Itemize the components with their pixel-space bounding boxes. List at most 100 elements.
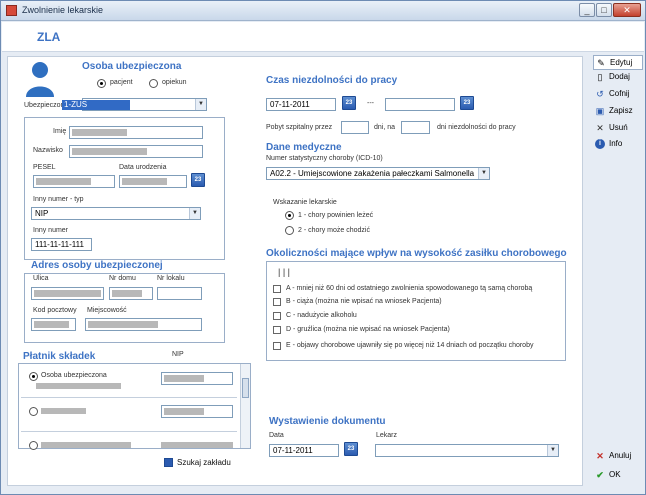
chevron-down-icon: ▼ <box>547 445 558 456</box>
circumstance-e-checkbox[interactable] <box>273 342 281 350</box>
date-separator: --- <box>367 100 374 107</box>
issue-date-field[interactable]: 07-11-2011 <box>269 444 339 457</box>
chevron-down-icon: ▼ <box>189 208 200 219</box>
incapacity-days-field[interactable] <box>401 121 430 134</box>
edit-icon: ✎ <box>597 58 605 68</box>
redacted-birth-date <box>122 178 167 185</box>
days-on-label: dni, na <box>374 124 396 131</box>
payer-option-3-radio[interactable] <box>29 441 38 450</box>
ok-button[interactable]: ✔ OK <box>593 468 621 483</box>
search-company-label: Szukaj zakładu <box>177 458 231 467</box>
calendar-icon[interactable]: 23 <box>460 96 474 110</box>
info-label: Info <box>609 139 623 148</box>
payer-option-insured-label: Osoba ubezpieczona <box>41 372 107 379</box>
delete-button[interactable]: ✕ Usuń <box>593 121 628 136</box>
hospital-days-field[interactable] <box>341 121 369 134</box>
calendar-icon[interactable]: 23 <box>191 173 205 187</box>
undo-icon: ↺ <box>596 89 604 99</box>
doctor-select[interactable]: ▼ <box>375 444 559 457</box>
search-company-button[interactable]: Szukaj zakładu <box>164 458 231 468</box>
save-button[interactable]: ▣ Zapisz <box>593 104 633 119</box>
patient-radio-label: pacjent <box>110 79 133 86</box>
redacted-payer-2 <box>41 408 86 414</box>
save-icon: ▣ <box>595 106 605 116</box>
other-number-field[interactable]: 111-11-11-111 <box>31 238 92 251</box>
edit-label: Edytuj <box>610 58 633 67</box>
circumstance-d-checkbox[interactable] <box>273 326 281 334</box>
redacted-last-name <box>72 148 147 155</box>
street-label: Ulica <box>33 275 49 282</box>
main-window: Zwolnienie lekarskie _ □ ✕ ZLA Osoba ube… <box>0 0 646 495</box>
medical-title: Dane medyczne <box>266 142 342 153</box>
redacted-nip-1 <box>164 375 204 382</box>
indication-option-1-radio[interactable] <box>285 211 294 220</box>
circumstance-d-label: D - gruźlica (można nie wpisać na wniose… <box>286 326 450 333</box>
redacted-pesel <box>36 178 91 185</box>
redacted-house-number <box>112 290 142 297</box>
other-number-type-label: Inny numer - typ <box>33 196 84 203</box>
edit-button[interactable]: ✎ Edytuj <box>593 55 643 70</box>
guardian-radio-label: opiekun <box>162 79 187 86</box>
date-from-field[interactable]: 07-11-2011 <box>266 98 336 111</box>
payer-option-2-radio[interactable] <box>29 407 38 416</box>
payer-list-scrollbar[interactable] <box>240 364 250 448</box>
minimize-button[interactable]: _ <box>579 3 595 17</box>
patient-radio[interactable] <box>97 79 106 88</box>
delete-label: Usuń <box>609 123 628 132</box>
info-button[interactable]: i Info <box>593 137 622 152</box>
pesel-label: PESEL <box>33 164 56 171</box>
circumstance-a-label: A - mniej niż 60 dni od ostatniego zwoln… <box>286 285 533 292</box>
undo-label: Cofnij <box>609 89 630 98</box>
add-button[interactable]: ▯ Dodaj <box>593 70 630 85</box>
list-divider <box>21 397 237 398</box>
check-icon: ✔ <box>596 470 604 480</box>
add-document-icon: ▯ <box>597 72 603 82</box>
incapacity-days-label: dni niezdolności do pracy <box>437 124 516 131</box>
delete-icon: ✕ <box>596 123 604 133</box>
ok-label: OK <box>609 470 621 479</box>
circumstance-c-label: C - nadużycie alkoholu <box>286 312 357 319</box>
circumstance-b-label: B - ciąża (można nie wpisać na wniosek P… <box>286 298 442 305</box>
postal-code-label: Kod pocztowy <box>33 307 77 314</box>
title-bar: Zwolnienie lekarskie _ □ ✕ <box>1 1 645 21</box>
close-button[interactable]: ✕ <box>613 3 641 17</box>
date-to-field[interactable] <box>385 98 455 111</box>
other-number-type-select[interactable]: NIP ▼ <box>31 207 201 220</box>
circumstance-a-checkbox[interactable] <box>273 285 281 293</box>
icd-select[interactable]: A02.2 - Umiejscowione zakażenia pałeczka… <box>266 167 490 180</box>
undo-button[interactable]: ↺ Cofnij <box>593 87 629 102</box>
circumstance-e-label: E - objawy chorobowe ujawniły się po wię… <box>286 342 534 349</box>
address-title: Adres osoby ubezpieczonej <box>31 260 163 271</box>
icd-value: A02.2 - Umiejscowione zakażenia pałeczka… <box>270 169 475 178</box>
indication-option-2-label: 2 - chory może chodzić <box>298 227 370 234</box>
hospital-stay-label: Pobyt szpitalny przez <box>266 124 333 131</box>
cancel-icon: ✕ <box>596 451 604 461</box>
app-icon <box>6 5 17 16</box>
add-label: Dodaj <box>609 72 630 81</box>
info-icon: i <box>595 139 605 149</box>
maximize-button[interactable]: □ <box>596 3 612 17</box>
first-name-label: Imię <box>53 128 67 135</box>
header-label: ZLA <box>37 30 61 44</box>
circumstance-c-checkbox[interactable] <box>273 312 281 320</box>
cancel-button[interactable]: ✕ Anuluj <box>593 449 631 464</box>
payer-option-insured-radio[interactable] <box>29 372 38 381</box>
cancel-label: Anuluj <box>609 451 632 460</box>
issue-title: Wystawienie dokumentu <box>269 416 386 427</box>
indication-label: Wskazanie lekarskie <box>273 199 337 206</box>
indication-option-2-radio[interactable] <box>285 226 294 235</box>
calendar-icon[interactable]: 23 <box>342 96 356 110</box>
chevron-down-icon: ▼ <box>478 168 489 179</box>
scrollbar-thumb[interactable] <box>242 378 249 398</box>
calendar-icon[interactable]: 23 <box>344 442 358 456</box>
insured-title: Osoba ubezpieczona <box>82 61 182 72</box>
circumstance-b-checkbox[interactable] <box>273 298 281 306</box>
flat-number-field[interactable] <box>157 287 202 300</box>
circumstances-marks: | | | <box>278 267 291 277</box>
insured-in-value: 1-ZUS <box>62 100 130 110</box>
circumstances-title: Okoliczności mające wpływ na wysokość za… <box>266 248 567 259</box>
guardian-radio[interactable] <box>149 79 158 88</box>
header-bar: ZLA <box>2 22 644 52</box>
incapacity-title: Czas niezdolności do pracy <box>266 75 398 86</box>
city-label: Miejscowość <box>87 307 127 314</box>
